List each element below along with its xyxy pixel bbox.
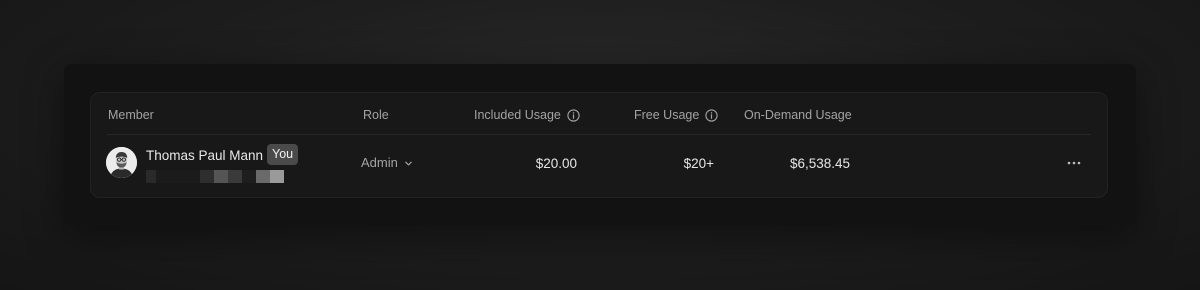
- column-header-free-usage: Free Usage: [634, 107, 718, 123]
- members-table: Member Role Included Usage Free Usage On…: [90, 92, 1108, 198]
- info-icon[interactable]: [705, 108, 718, 122]
- more-actions-button[interactable]: [1065, 156, 1083, 170]
- column-header-role-label: Role: [363, 108, 389, 122]
- on-demand-usage-value: $6,538.45: [789, 156, 850, 171]
- avatar: [106, 147, 137, 178]
- column-header-on-demand-usage-label: On-Demand Usage: [744, 108, 852, 122]
- column-header-member: Member: [108, 107, 154, 123]
- table-header: Member Role Included Usage Free Usage On…: [91, 93, 1107, 135]
- column-header-included-usage: Included Usage: [474, 107, 580, 123]
- table-row: Thomas Paul Mann You Admin $20.00 $20+ $…: [91, 135, 1107, 197]
- column-header-included-usage-label: Included Usage: [474, 108, 561, 122]
- column-header-free-usage-label: Free Usage: [634, 108, 700, 122]
- included-usage-value: $20.00: [535, 156, 577, 171]
- chevron-down-icon: [404, 159, 413, 168]
- info-icon[interactable]: [567, 108, 580, 122]
- free-usage-value: $20+: [683, 156, 714, 171]
- more-horizontal-icon: [1067, 161, 1081, 165]
- role-value: Admin: [361, 155, 398, 170]
- redacted-email: [146, 170, 286, 183]
- column-header-role: Role: [363, 107, 389, 123]
- column-header-member-label: Member: [108, 108, 154, 122]
- you-badge: You: [267, 144, 299, 165]
- role-dropdown[interactable]: Admin: [361, 155, 413, 171]
- column-header-on-demand-usage: On-Demand Usage: [744, 107, 852, 123]
- members-panel: Member Role Included Usage Free Usage On…: [64, 64, 1136, 226]
- member-name: Thomas Paul Mann: [146, 148, 264, 163]
